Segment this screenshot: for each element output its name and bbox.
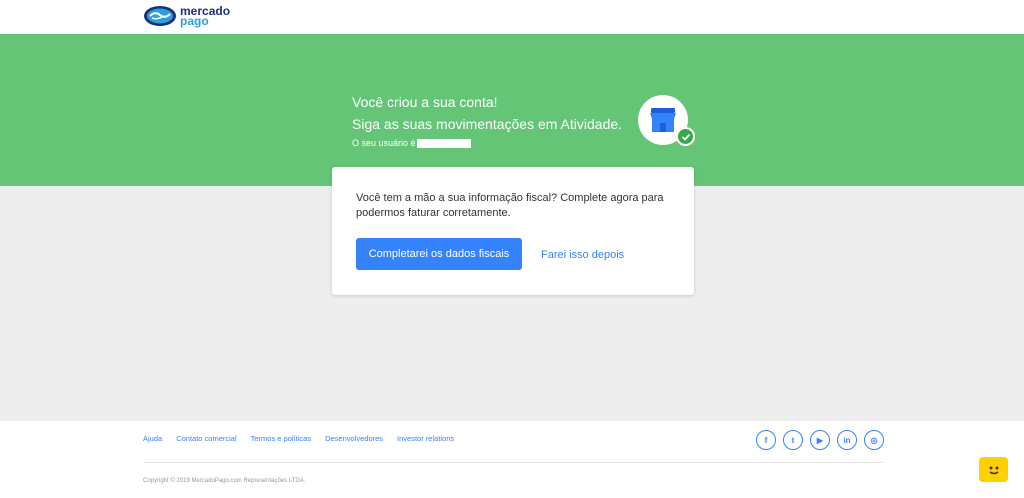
do-later-link[interactable]: Farei isso depois	[541, 249, 624, 261]
fiscal-info-card: Você tem a mão a sua informação fiscal? …	[332, 167, 694, 295]
fiscal-info-message: Você tem a mão a sua informação fiscal? …	[356, 192, 664, 219]
footer: Ajuda Contato comercial Termos e polític…	[0, 421, 1024, 498]
footer-links: Ajuda Contato comercial Termos e polític…	[143, 434, 468, 443]
handshake-icon	[144, 6, 176, 26]
username-label: O seu usuário é	[352, 138, 416, 148]
hero-subtitle: Siga as suas movimentações em Atividade.	[352, 116, 623, 132]
facebook-icon[interactable]: f	[756, 430, 776, 450]
instagram-icon[interactable]: ◎	[864, 430, 884, 450]
footer-link-termos[interactable]: Termos e políticas	[251, 434, 311, 443]
mercado-pago-logo[interactable]: mercado pago	[143, 3, 230, 29]
youtube-icon[interactable]: ▶	[810, 430, 830, 450]
top-bar: mercado pago	[0, 0, 1024, 34]
username-line: O seu usuário é	[352, 138, 471, 148]
social-links: f t ▶ in ◎	[756, 430, 891, 450]
complete-fiscal-data-button[interactable]: Completarei os dados fiscais	[356, 238, 522, 270]
logo-text: mercado pago	[180, 5, 230, 27]
store-icon	[650, 108, 676, 132]
footer-link-investor-relations[interactable]: Investor relations	[397, 434, 454, 443]
chat-widget-button[interactable]	[979, 457, 1008, 482]
footer-link-desenvolvedores[interactable]: Desenvolvedores	[325, 434, 383, 443]
copyright: Copyright © 2019 MercadoPago.com Represe…	[143, 478, 306, 484]
footer-link-contato-comercial[interactable]: Contato comercial	[176, 434, 236, 443]
hero-title: Você criou a sua conta!	[352, 94, 498, 110]
success-banner: Você criou a sua conta! Siga as suas mov…	[0, 34, 1024, 186]
footer-link-ajuda[interactable]: Ajuda	[143, 434, 162, 443]
check-badge	[676, 127, 695, 146]
username-redacted	[416, 138, 471, 148]
footer-divider	[143, 462, 883, 463]
check-icon	[681, 133, 690, 141]
twitter-icon[interactable]: t	[783, 430, 803, 450]
chat-face-icon	[989, 466, 998, 474]
linkedin-icon[interactable]: in	[837, 430, 857, 450]
